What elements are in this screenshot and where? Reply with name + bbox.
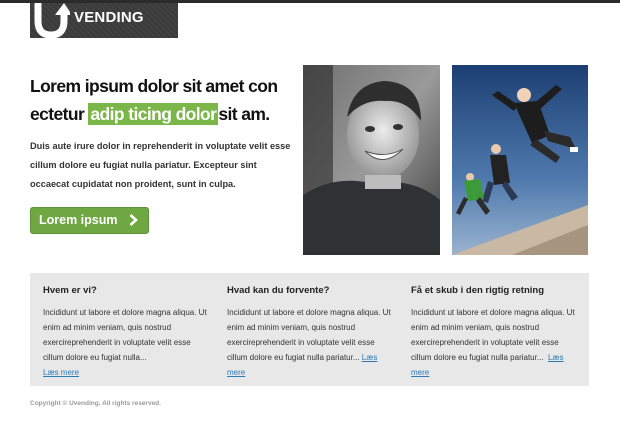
brand-name: VENDING xyxy=(74,9,144,26)
feature-text: Incididunt ut labore et dolore magna ali… xyxy=(411,305,581,380)
hero-photo-jumping xyxy=(452,65,588,255)
headline-highlight: adip ticing dolor xyxy=(88,103,219,125)
feature-title: Få et skub i den rigtig retning xyxy=(411,285,545,296)
cta-button[interactable]: Lorem ipsum xyxy=(30,207,149,234)
u-arrow-logo-icon xyxy=(34,3,70,38)
footer-copyright: Copyright © Uvending. All rights reserve… xyxy=(30,400,161,407)
feature-text: Incididunt ut labore et dolore magna ali… xyxy=(43,305,213,380)
features-panel: Hvem er vi? Incididunt ut labore et dolo… xyxy=(30,273,589,386)
feature-column: Få et skub i den rigtig retning Incididu… xyxy=(411,285,581,380)
cta-label: Lorem ipsum xyxy=(39,213,118,227)
hero-photo-portrait xyxy=(303,65,440,255)
feature-column: Hvad kan du forvente? Incididunt ut labo… xyxy=(227,285,397,380)
feature-column: Hvem er vi? Incididunt ut labore et dolo… xyxy=(43,285,213,380)
feature-body: Incididunt ut labore et dolore magna ali… xyxy=(43,308,207,362)
headline-text-end: sit am. xyxy=(218,104,270,124)
logo[interactable]: VENDING xyxy=(30,3,178,38)
read-more-link[interactable]: Læs mere xyxy=(43,368,79,377)
chevron-right-icon xyxy=(129,214,138,226)
feature-title: Hvem er vi? xyxy=(43,285,97,296)
hero-intro: Duis aute irure dolor in reprehenderit i… xyxy=(30,141,291,189)
feature-text: Incididunt ut labore et dolore magna ali… xyxy=(227,305,397,380)
hero-headline: Lorem ipsum dolor sit amet con ectetur a… xyxy=(30,72,300,128)
feature-title: Hvad kan du forvente? xyxy=(227,285,330,296)
